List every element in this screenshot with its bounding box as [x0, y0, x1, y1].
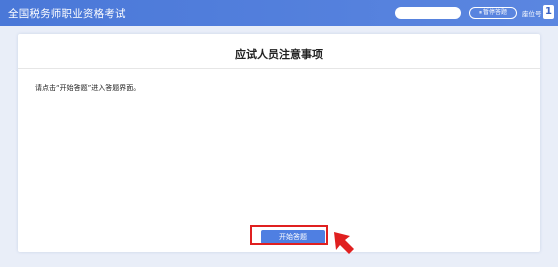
pause-icon: ⏸ [478, 9, 482, 16]
seat-number: 1 [543, 5, 554, 19]
seat-label: 座位号 [522, 10, 542, 18]
search-input[interactable] [395, 7, 461, 19]
top-bar: 全国税务师职业资格考试 ⏸暂停答题 座位号 1 [0, 0, 558, 26]
red-arrow-icon [334, 232, 354, 254]
notice-panel: 应试人员注意事项 请点击“开始答题”进入答题界面。 [18, 34, 540, 252]
divider [18, 68, 540, 69]
pause-exam-button[interactable]: ⏸暂停答题 [469, 7, 517, 19]
pause-label: 暂停答题 [483, 9, 508, 16]
notice-instruction: 请点击“开始答题”进入答题界面。 [35, 84, 141, 92]
notice-title: 应试人员注意事项 [235, 48, 323, 61]
app-title: 全国税务师职业资格考试 [8, 8, 126, 20]
highlight-box [250, 225, 328, 245]
